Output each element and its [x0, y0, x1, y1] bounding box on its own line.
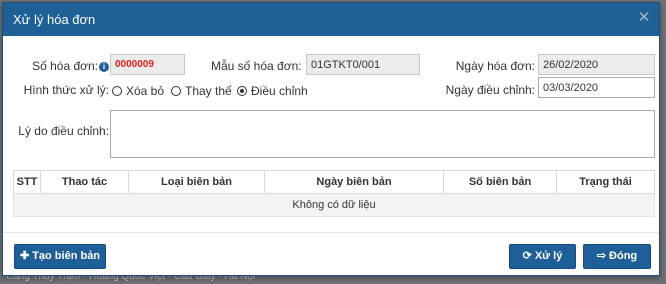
table-row: Không có dữ liệu — [13, 193, 655, 217]
column-header-report-date[interactable]: Ngày biên bản — [264, 170, 444, 194]
create-report-button[interactable]: ✚ Tạo biên bản — [14, 244, 106, 269]
invoice-date-label: Ngày hóa đơn: — [455, 59, 535, 73]
close-button[interactable]: ⇨ Đóng — [583, 244, 651, 269]
empty-table-message: Không có dữ liệu — [13, 193, 655, 217]
template-label: Mẫu số hóa đơn: — [211, 59, 302, 73]
reason-textarea[interactable] — [110, 110, 655, 158]
invoice-number-label-text: Số hóa đơn: — [32, 59, 98, 73]
sign-out-icon: ⇨ — [596, 250, 607, 262]
close-icon[interactable]: ✕ — [637, 10, 651, 25]
process-button[interactable]: ⟳ Xử lý — [509, 244, 576, 269]
reason-label: Lý do điều chỉnh: — [18, 124, 109, 138]
radio-delete[interactable]: Xóa bỏ — [112, 83, 164, 98]
invoice-number-label: Số hóa đơn: i — [23, 59, 109, 73]
radio-adjust[interactable]: Điều chỉnh — [237, 83, 308, 98]
column-header-action[interactable]: Thao tác — [40, 170, 129, 194]
radio-adjust-label: Điều chỉnh — [251, 83, 308, 98]
plus-icon: ✚ — [19, 250, 30, 262]
process-button-label: Xử lý — [534, 250, 563, 262]
invoice-number-field[interactable] — [110, 54, 185, 75]
adjust-date-label: Ngày điều chỉnh: — [445, 83, 535, 97]
radio-replace-label: Thay thế — [185, 83, 232, 98]
dialog-header: Xử lý hóa đơn ✕ — [3, 3, 659, 36]
column-header-stt[interactable]: STT — [13, 170, 41, 194]
footer-divider — [3, 232, 659, 233]
column-header-report-number[interactable]: Số biên bản — [443, 170, 557, 194]
info-icon[interactable]: i — [99, 61, 109, 72]
column-header-status[interactable]: Trạng thái — [556, 170, 655, 194]
report-table: STT Thao tác Loại biên bản Ngày biên bản… — [13, 170, 655, 217]
refresh-icon: ⟳ — [522, 250, 532, 262]
process-type-label: Hình thức xử lý: — [23, 83, 109, 97]
dialog-title: Xử lý hóa đơn — [13, 12, 96, 27]
invoice-date-field[interactable] — [538, 54, 655, 75]
process-invoice-dialog: Xử lý hóa đơn ✕ Số hóa đơn:i Mẫu số hóa … — [2, 2, 660, 276]
column-header-report-type[interactable]: Loại biên bản — [128, 170, 265, 194]
close-button-label: Đóng — [609, 250, 638, 262]
radio-delete-indicator[interactable] — [112, 85, 122, 96]
radio-replace[interactable]: Thay thế — [171, 83, 232, 98]
adjust-date-field[interactable] — [538, 77, 655, 98]
table-header-row: STT Thao tác Loại biên bản Ngày biên bản… — [13, 170, 655, 194]
radio-delete-label: Xóa bỏ — [126, 83, 165, 98]
create-report-button-label: Tạo biên bản — [32, 250, 101, 262]
template-field[interactable] — [306, 54, 420, 75]
radio-adjust-indicator[interactable] — [237, 85, 247, 96]
radio-replace-indicator[interactable] — [171, 85, 181, 96]
